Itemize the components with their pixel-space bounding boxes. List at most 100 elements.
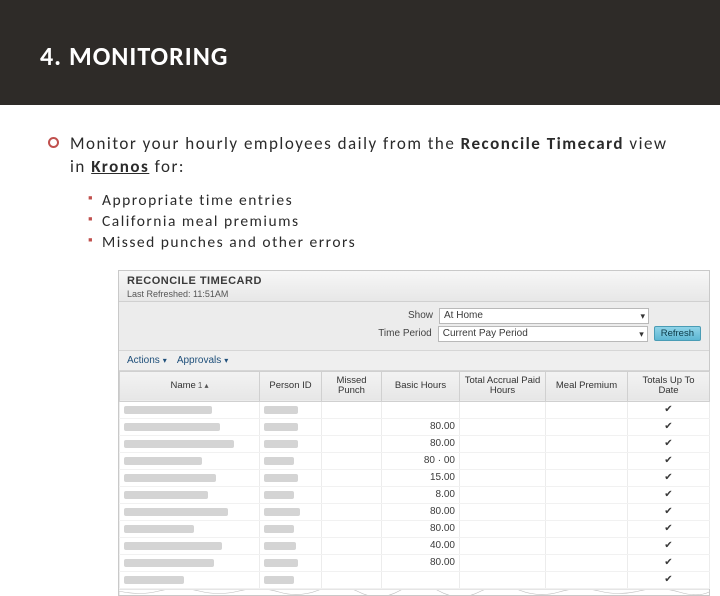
cell-meal [546,401,628,418]
cell-meal [546,452,628,469]
show-label: Show [363,310,433,321]
cell-basic: 80.00 [382,520,460,537]
redacted-pid [264,474,298,482]
cell-accrual [460,452,546,469]
redacted-pid [264,525,294,533]
col-missed-punch[interactable]: Missed Punch [322,371,382,401]
cell-name [120,554,260,571]
redacted-name [124,440,234,448]
cell-check: ✔ [628,503,710,520]
cell-missed [322,520,382,537]
torn-edge [119,589,709,595]
cell-missed [322,554,382,571]
table-row[interactable]: ✔ [120,401,710,418]
cell-accrual [460,486,546,503]
cell-basic: 8.00 [382,486,460,503]
redacted-name [124,491,208,499]
screenshot-title: RECONCILE TIMECARD [127,275,701,287]
approvals-menu[interactable]: Approvals [177,355,228,366]
cell-pid [260,418,322,435]
redacted-name [124,525,194,533]
redacted-name [124,406,212,414]
period-value: Current Pay Period [443,328,528,339]
cell-name [120,418,260,435]
period-select[interactable]: Current Pay Period [438,326,648,342]
title-bar: 4. MONITORING [0,0,720,105]
cell-missed [322,401,382,418]
table-row[interactable]: 80.00✔ [120,503,710,520]
col-meal-premium[interactable]: Meal Premium [546,371,628,401]
table-row[interactable]: 80.00✔ [120,520,710,537]
lead-text: Monitor your hourly employees daily from… [70,133,678,179]
cell-missed [322,486,382,503]
table-row[interactable]: 80.00 ✔ [120,418,710,435]
cell-check: ✔ [628,452,710,469]
cell-name [120,401,260,418]
cell-meal [546,554,628,571]
col-basic-hours[interactable]: Basic Hours [382,371,460,401]
cell-missed [322,418,382,435]
table-row[interactable]: 80.00✔ [120,554,710,571]
cell-meal [546,571,628,588]
cell-missed [322,469,382,486]
cell-check: ✔ [628,571,710,588]
cell-missed [322,503,382,520]
period-label: Time Period [362,328,432,339]
redacted-name [124,542,222,550]
screenshot-panel: RECONCILE TIMECARD Last Refreshed: 11:51… [118,270,710,596]
sort-indicator-icon: 1 ▴ [198,382,209,391]
cell-accrual [460,503,546,520]
cell-basic: 80.00 [382,554,460,571]
col-totals-up[interactable]: Totals Up To Date [628,371,710,401]
cell-pid [260,452,322,469]
redacted-pid [264,542,296,550]
redacted-pid [264,559,298,567]
cell-pid [260,435,322,452]
table-row[interactable]: 80 · 00✔ [120,452,710,469]
table-row[interactable]: ✔ [120,571,710,588]
col-total-accrual[interactable]: Total Accrual Paid Hours [460,371,546,401]
redacted-name [124,508,228,516]
col-name[interactable]: Name1 ▴ [120,371,260,401]
cell-name [120,452,260,469]
cell-pid [260,401,322,418]
redacted-name [124,559,214,567]
lead-part: Monitor your hourly employees daily from… [70,133,461,154]
redacted-name [124,423,220,431]
table-row[interactable]: 8.00 ✔ [120,486,710,503]
cell-name [120,486,260,503]
cell-check: ✔ [628,418,710,435]
cell-name [120,571,260,588]
redacted-name [124,576,184,584]
redacted-pid [264,576,294,584]
slide: 4. MONITORING Monitor your hourly employ… [0,0,720,540]
filter-area: Show At Home Time Period Current Pay Per… [119,302,709,350]
show-select[interactable]: At Home [439,308,649,324]
cell-pid [260,503,322,520]
cell-pid [260,469,322,486]
table-row[interactable]: 15.00✔ [120,469,710,486]
cell-name [120,520,260,537]
cell-basic: 80.00 [382,435,460,452]
grid-header: Name1 ▴ Person ID Missed Punch Basic Hou… [120,371,710,401]
redacted-name [124,474,216,482]
cell-check: ✔ [628,401,710,418]
toolbar: Actions Approvals [119,350,709,371]
cell-meal [546,435,628,452]
redacted-pid [264,457,294,465]
lead-bullet: Monitor your hourly employees daily from… [54,133,678,179]
sub-item: California meal premiums [88,212,678,231]
cell-meal [546,469,628,486]
refresh-button[interactable]: Refresh [654,326,701,341]
cell-basic [382,571,460,588]
sub-item: Missed punches and other errors [88,233,678,252]
cell-meal [546,486,628,503]
table-row[interactable]: 80.00 ✔ [120,435,710,452]
cell-check: ✔ [628,435,710,452]
cell-basic: 80.00 [382,418,460,435]
cell-check: ✔ [628,486,710,503]
sub-list: Appropriate time entries California meal… [88,191,678,252]
actions-menu[interactable]: Actions [127,355,167,366]
col-person-id[interactable]: Person ID [260,371,322,401]
filter-row-period: Time Period Current Pay Period Refresh [127,326,701,342]
